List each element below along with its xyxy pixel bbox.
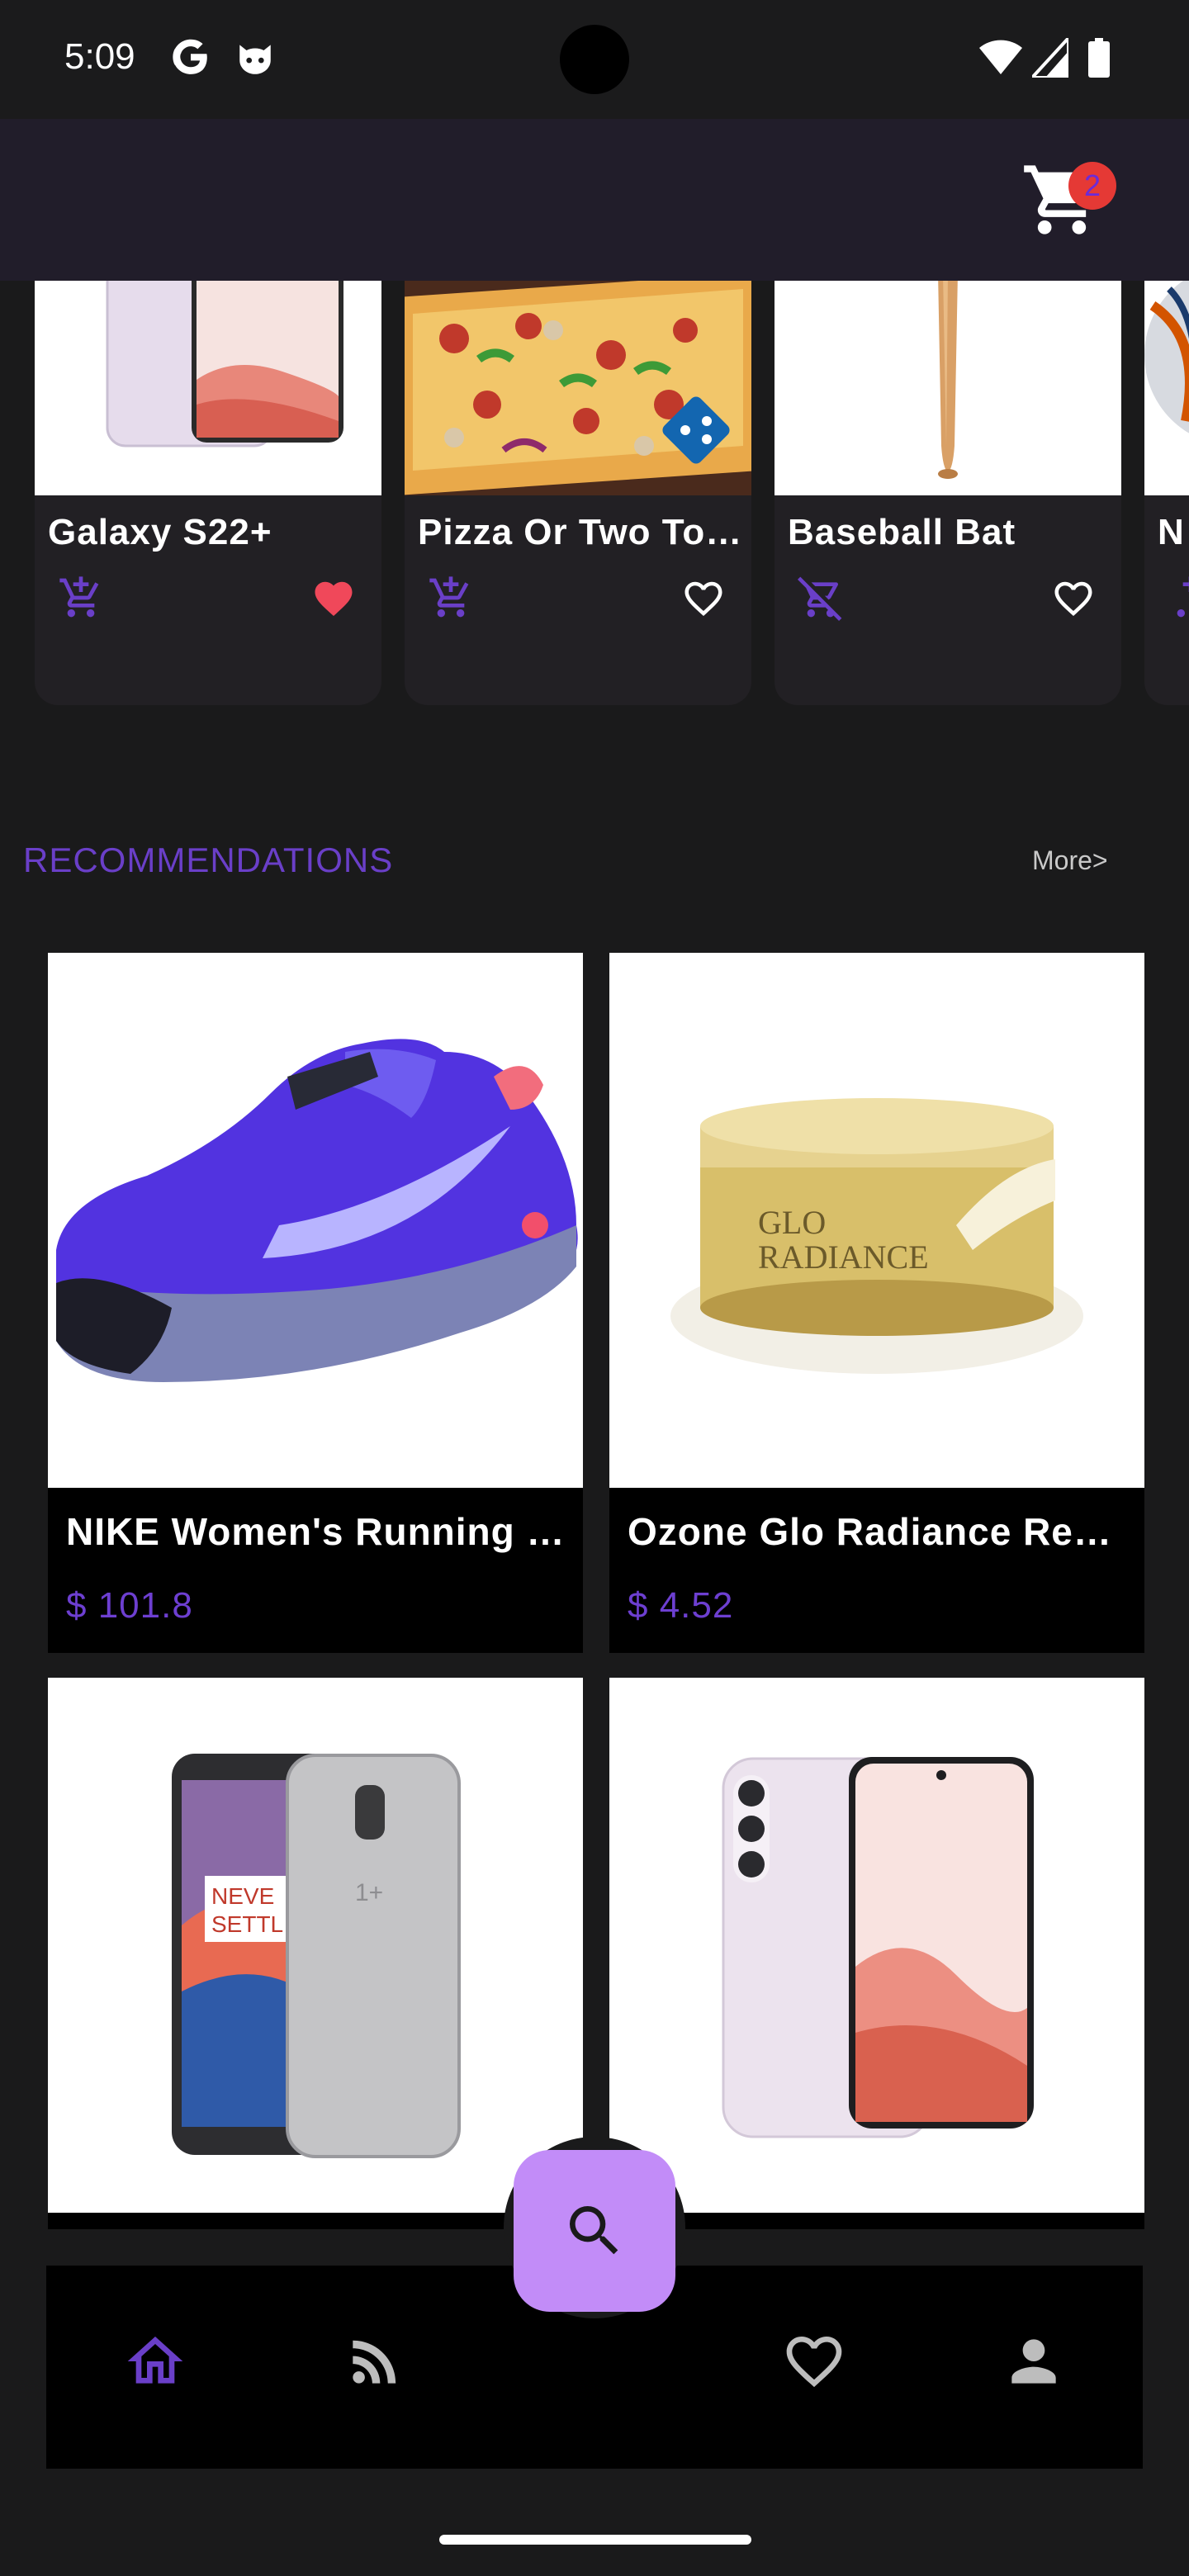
wifi-icon: [979, 40, 1022, 74]
product-strip[interactable]: Galaxy S22+ Pizza Or Two Topp Baseball B…: [0, 281, 1189, 710]
svg-text:RADIANCE: RADIANCE: [758, 1238, 929, 1276]
product-image[interactable]: [48, 953, 583, 1488]
battery-icon: [1088, 38, 1110, 78]
recommendation-card[interactable]: NEVE SETTL 1+: [48, 1678, 583, 2229]
recommendation-card[interactable]: [609, 1678, 1144, 2229]
status-bar: 5:09: [0, 0, 1189, 119]
google-icon: [173, 39, 207, 74]
recommendation-card[interactable]: GLO RADIANCE Ozone Glo Radiance Renewing…: [609, 953, 1144, 1653]
product-image[interactable]: [609, 1678, 1144, 2213]
search-icon: [570, 2206, 618, 2255]
cart-count-badge: 2: [1068, 162, 1116, 210]
svg-text:SETTL: SETTL: [211, 1911, 283, 1937]
feed-icon[interactable]: [342, 2328, 408, 2394]
favorite-outline-icon[interactable]: [680, 576, 727, 621]
product-image[interactable]: [405, 281, 751, 495]
camera-cutout: [560, 25, 629, 94]
product-price: $ 4.52: [628, 1585, 734, 1626]
app-bar: [0, 119, 1189, 281]
product-image[interactable]: [1144, 281, 1189, 495]
svg-text:GLO: GLO: [758, 1204, 826, 1241]
product-title: N: [1158, 512, 1185, 552]
product-image[interactable]: [35, 281, 381, 495]
add-to-cart-icon[interactable]: [1168, 575, 1189, 621]
product-image[interactable]: NEVE SETTL 1+: [48, 1678, 583, 2213]
recommendation-card[interactable]: NIKE Women's Running Shoe $ 101.8: [48, 953, 583, 1653]
product-title: Ozone Glo Radiance Renewing Day Cream: [628, 1510, 1133, 1553]
cat-icon: [239, 45, 271, 74]
gesture-bar[interactable]: [439, 2535, 751, 2545]
add-to-cart-icon[interactable]: [58, 575, 104, 621]
strip-card[interactable]: Pizza Or Two Toppings: [405, 281, 751, 705]
add-to-cart-icon[interactable]: [428, 575, 474, 621]
svg-text:NEVE: NEVE: [211, 1883, 274, 1909]
strip-card[interactable]: Galaxy S22+: [35, 281, 381, 705]
favorite-filled-icon[interactable]: [310, 576, 357, 621]
more-link[interactable]: More>: [1032, 845, 1108, 876]
signal-icon: [1032, 38, 1068, 78]
search-fab[interactable]: [514, 2150, 675, 2312]
product-title: Baseball Bat: [788, 512, 1016, 552]
strip-card[interactable]: N: [1144, 281, 1189, 705]
profile-icon[interactable]: [1001, 2328, 1067, 2394]
product-title: Pizza Or Two Toppings: [418, 512, 744, 552]
favorites-icon[interactable]: [781, 2328, 847, 2394]
recommendations-title: RECOMMENDATIONS: [23, 841, 394, 879]
product-title: Galaxy S22+: [48, 512, 272, 552]
product-title: NIKE Women's Running Shoe: [66, 1510, 571, 1553]
remove-from-cart-icon[interactable]: [798, 575, 844, 621]
product-price: $ 101.8: [66, 1585, 193, 1626]
svg-text:1+: 1+: [355, 1879, 383, 1906]
status-time: 5:09: [64, 36, 135, 77]
app-screen: 5:09 2 Galaxy S22+ Pizza Or Two Topp Bas…: [0, 0, 1189, 2576]
strip-card[interactable]: Baseball Bat: [775, 281, 1121, 705]
product-image[interactable]: GLO RADIANCE: [609, 953, 1144, 1488]
product-image[interactable]: [775, 281, 1121, 495]
home-icon[interactable]: [122, 2328, 188, 2394]
favorite-outline-icon[interactable]: [1050, 576, 1097, 621]
